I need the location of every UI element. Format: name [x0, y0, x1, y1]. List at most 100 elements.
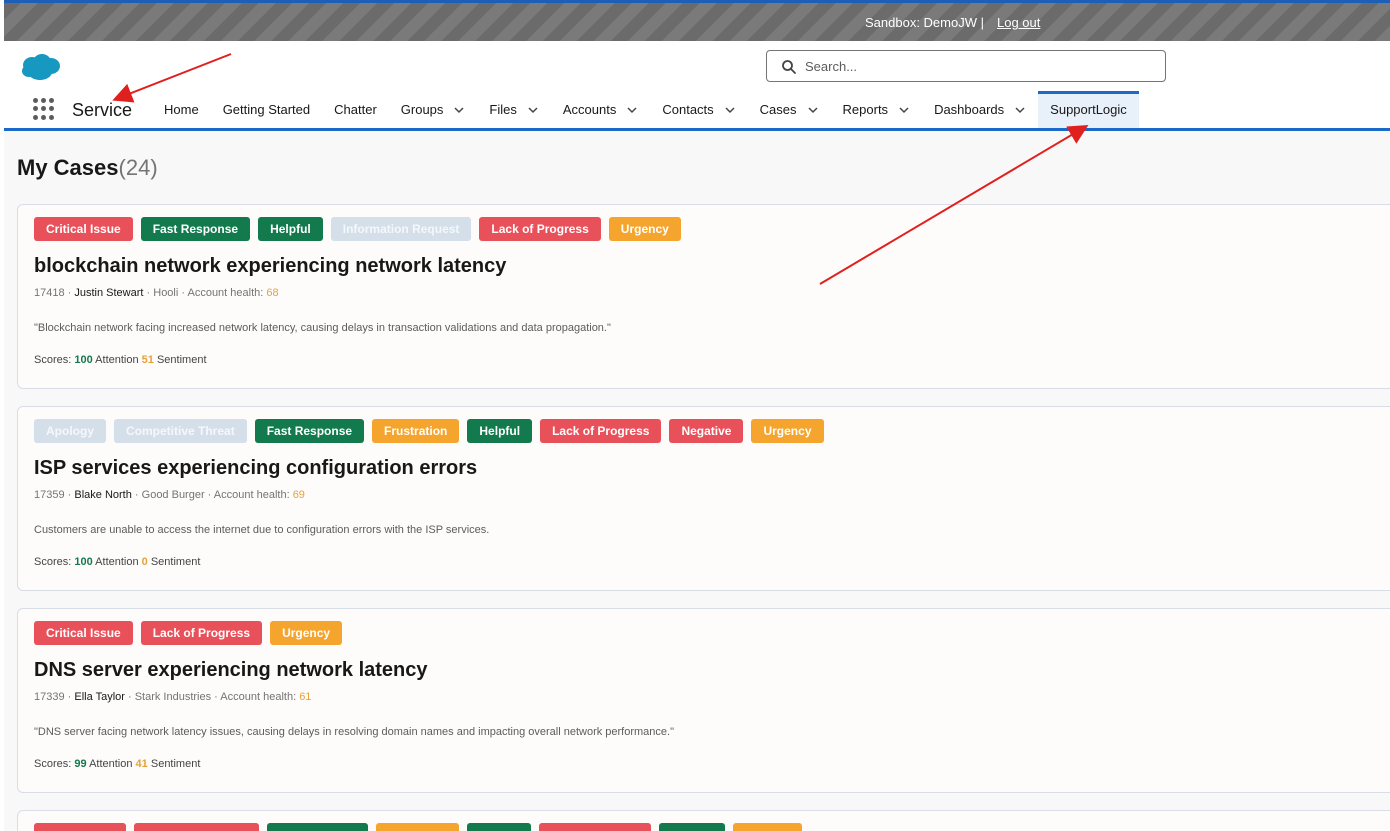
case-card[interactable]: Critical Issue Fast Response Helpful Inf… [17, 204, 1390, 389]
account-health: 68 [266, 287, 279, 299]
chevron-down-icon[interactable] [807, 104, 819, 116]
sentiment-score: 51 [141, 354, 154, 366]
case-tags: Critical Issue Fast Response Helpful Inf… [34, 217, 681, 241]
logout-link[interactable]: Log out [997, 15, 1040, 30]
attention-label: Attention [95, 354, 139, 366]
chevron-down-icon[interactable] [453, 104, 465, 116]
case-contact[interactable]: Justin Stewart [74, 287, 143, 299]
case-title[interactable]: DNS server experiencing network latency [34, 659, 428, 682]
attention-label: Attention [89, 758, 133, 770]
case-meta: 17339 · Ella Taylor · Stark Industries ·… [34, 691, 311, 703]
nav-item-contacts[interactable]: Contacts [650, 91, 747, 128]
nav-bar: Home Getting Started Chatter Groups File… [152, 91, 1139, 128]
case-tag [376, 823, 459, 831]
case-account: · Hooli · Account health: [146, 287, 264, 299]
nav-label: Accounts [562, 102, 617, 117]
case-tag: Information Request [330, 217, 472, 241]
case-tag: Critical Issue [34, 621, 133, 645]
case-card[interactable] [17, 810, 1390, 831]
case-tag: Urgency [751, 419, 824, 443]
chevron-down-icon[interactable] [527, 104, 539, 116]
sentiment-label: Sentiment [150, 758, 201, 770]
app-frame: Sandbox: DemoJW | Log out Search... Serv… [0, 0, 1390, 831]
case-tag: Frustration [372, 419, 460, 443]
case-tag: Critical Issue [34, 217, 133, 241]
salesforce-cloud-logo [22, 54, 60, 80]
case-tag: Negative [669, 419, 744, 443]
case-tag: Urgency [608, 217, 681, 241]
search-placeholder: Search... [805, 59, 858, 74]
case-tag: Urgency [270, 621, 343, 645]
case-tags: Critical Issue Lack of Progress Urgency [34, 621, 343, 645]
chevron-down-icon[interactable] [1014, 104, 1026, 116]
case-card[interactable]: Critical Issue Lack of Progress Urgency … [17, 608, 1390, 793]
scores-label: Scores: [34, 354, 72, 366]
case-tag [467, 823, 531, 831]
app-launcher-icon[interactable] [33, 98, 55, 120]
case-account: · Good Burger · Account health: [134, 489, 290, 501]
page-title-text: My Cases [17, 155, 119, 180]
nav-item-dashboards[interactable]: Dashboards [922, 91, 1038, 128]
nav-item-supportlogic[interactable]: SupportLogic [1038, 91, 1139, 128]
case-tag [34, 823, 126, 831]
account-health: 69 [292, 489, 305, 501]
chevron-down-icon[interactable] [898, 104, 910, 116]
nav-label: Getting Started [222, 102, 311, 117]
case-tags: Apology Competitive Threat Fast Response… [34, 419, 824, 443]
search-icon [782, 60, 796, 74]
sentiment-score: 41 [135, 758, 148, 770]
case-tag [134, 823, 259, 831]
global-search-input[interactable]: Search... [766, 50, 1166, 82]
nav-item-chatter[interactable]: Chatter [322, 91, 389, 128]
case-tag: Helpful [258, 217, 323, 241]
case-tag: Helpful [467, 419, 533, 443]
case-tag [267, 823, 368, 831]
sandbox-label: Sandbox: DemoJW | [865, 15, 984, 30]
nav-item-home[interactable]: Home [152, 91, 211, 128]
case-number: 17418 · [34, 287, 72, 299]
case-meta: 17418 · Justin Stewart · Hooli · Account… [34, 287, 279, 299]
sentiment-score: 0 [141, 556, 148, 568]
nav-label: SupportLogic [1050, 102, 1127, 117]
case-tag: Apology [34, 419, 106, 443]
case-title[interactable]: blockchain network experiencing network … [34, 255, 506, 278]
nav-label: Groups [400, 102, 444, 117]
global-header: Search... Service Home Getting Started C… [4, 41, 1390, 131]
case-card[interactable]: Apology Competitive Threat Fast Response… [17, 406, 1390, 591]
nav-label: Contacts [662, 102, 714, 117]
case-description: Customers are unable to access the inter… [34, 524, 490, 536]
nav-label: Dashboards [934, 102, 1005, 117]
app-name: Service [72, 100, 133, 120]
case-tag: Fast Response [140, 217, 251, 241]
nav-label: Chatter [334, 102, 377, 117]
attention-score: 100 [74, 556, 93, 568]
case-tag [733, 823, 802, 831]
case-description: "DNS server facing network latency issue… [34, 726, 674, 738]
case-count: (24) [118, 155, 158, 180]
nav-item-files[interactable]: Files [477, 91, 550, 128]
case-tag: Competitive Threat [114, 419, 247, 443]
scores-label: Scores: [34, 556, 72, 568]
nav-item-groups[interactable]: Groups [389, 91, 478, 128]
chevron-down-icon[interactable] [724, 104, 736, 116]
attention-score: 99 [74, 758, 87, 770]
case-contact[interactable]: Blake North [74, 489, 131, 501]
main-content: My Cases(24) Critical Issue Fast Respons… [4, 131, 1390, 831]
attention-label: Attention [95, 556, 139, 568]
case-tag: Lack of Progress [540, 419, 662, 443]
nav-item-reports[interactable]: Reports [831, 91, 923, 128]
nav-item-cases[interactable]: Cases [748, 91, 831, 128]
account-health: 61 [299, 691, 312, 703]
chevron-down-icon[interactable] [626, 104, 638, 116]
case-number: 17359 · [34, 489, 72, 501]
attention-score: 100 [74, 354, 93, 366]
case-contact[interactable]: Ella Taylor [74, 691, 125, 703]
case-tag: Lack of Progress [479, 217, 601, 241]
case-title[interactable]: ISP services experiencing configuration … [34, 457, 477, 480]
case-tag [539, 823, 651, 831]
scores-label: Scores: [34, 758, 72, 770]
case-scores: Scores: 100 Attention 0 Sentiment [34, 556, 200, 568]
case-tag: Fast Response [254, 419, 365, 443]
nav-item-getting-started[interactable]: Getting Started [211, 91, 322, 128]
nav-item-accounts[interactable]: Accounts [551, 91, 650, 128]
